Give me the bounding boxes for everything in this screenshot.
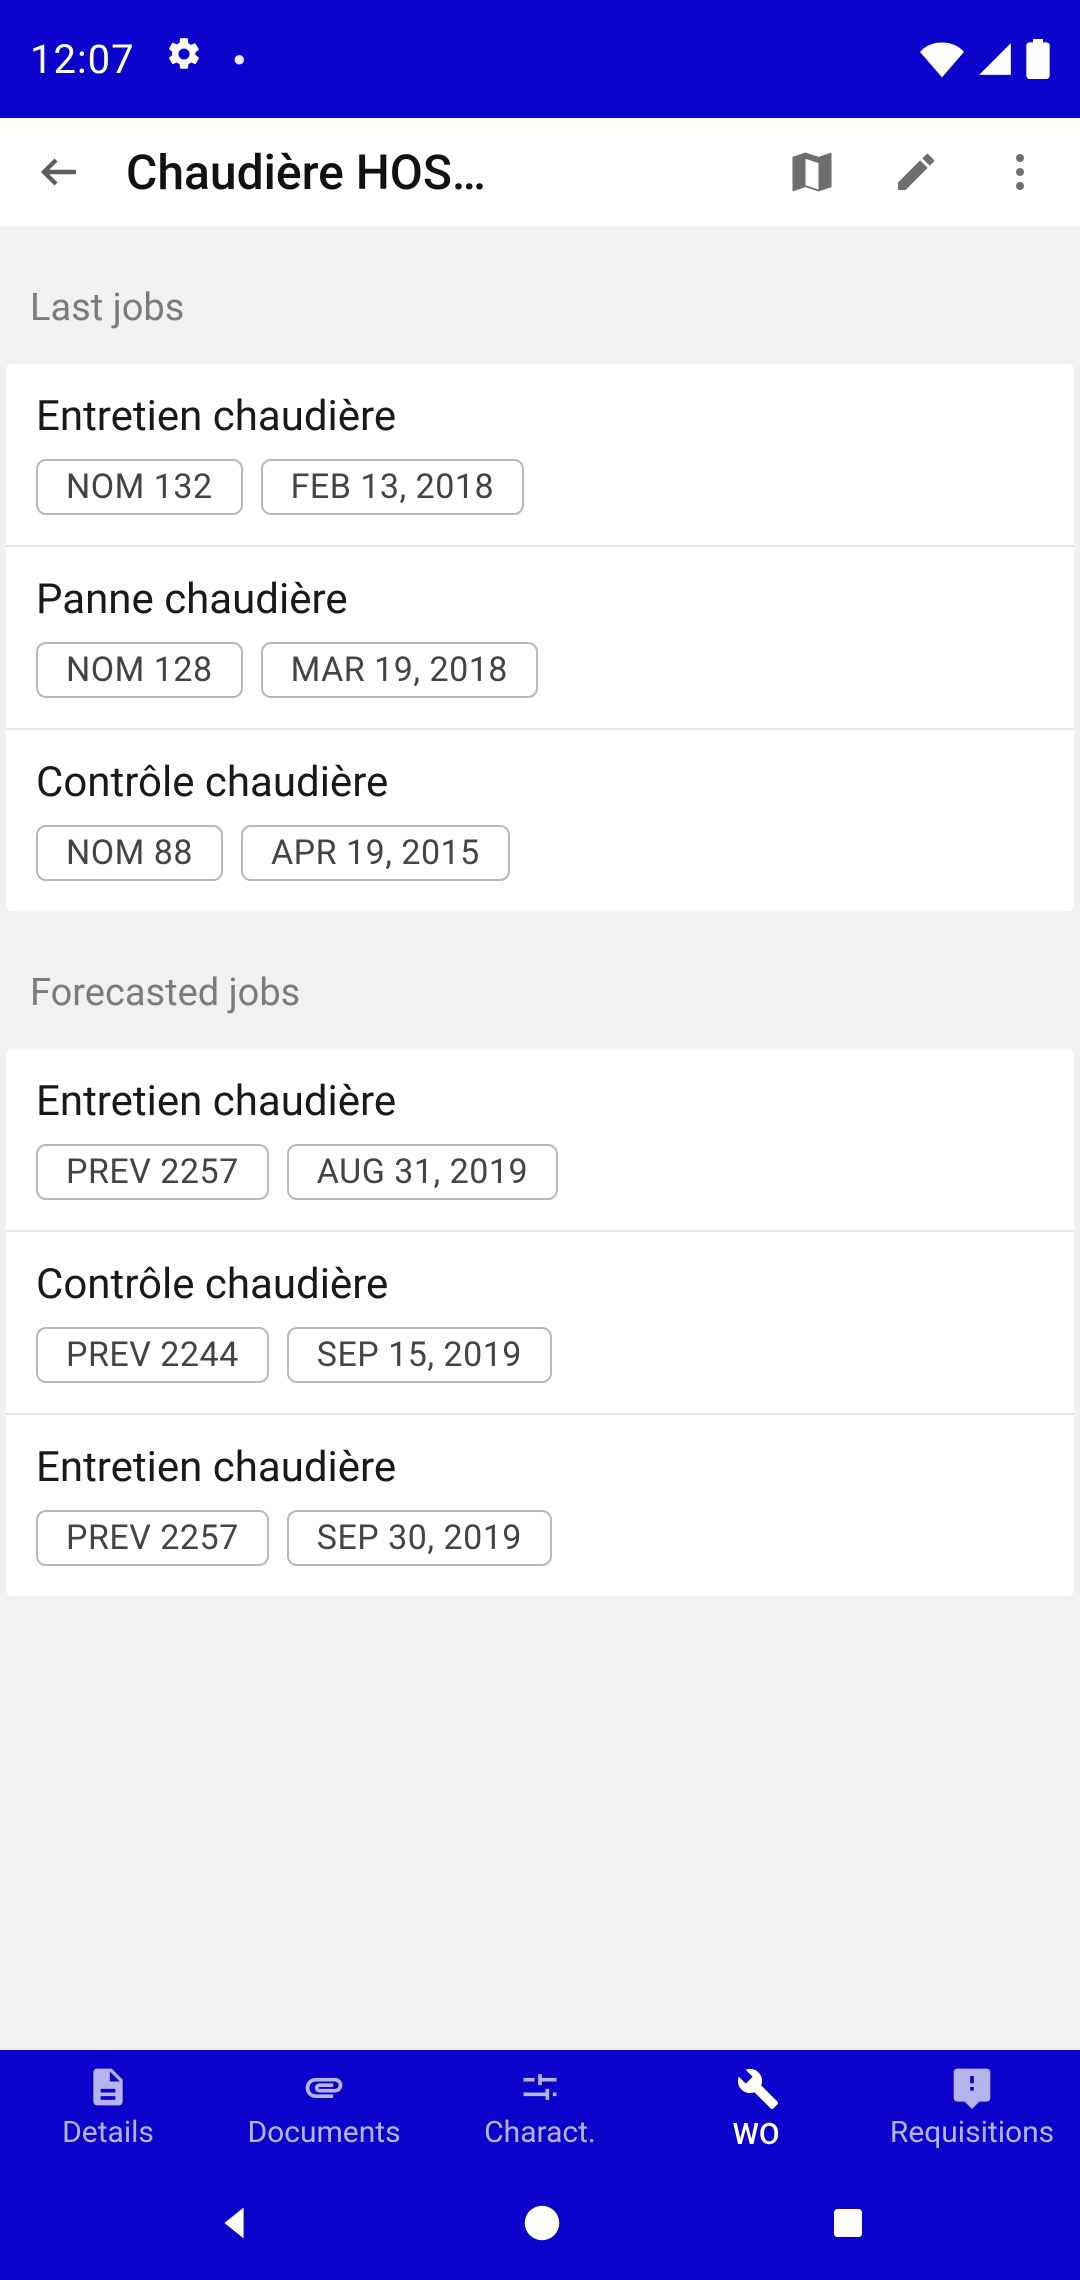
map-button[interactable]	[764, 124, 860, 220]
forecast-jobs-card: Entretien chaudière PREV 2257 AUG 31, 20…	[6, 1049, 1074, 1596]
date-chip: MAR 19, 2018	[261, 642, 538, 698]
edit-button[interactable]	[868, 124, 964, 220]
job-title: Contrôle chaudière	[36, 758, 1044, 807]
sys-home-button[interactable]	[519, 2200, 565, 2246]
tab-label: Requisitions	[890, 2115, 1054, 2150]
battery-icon	[1026, 39, 1050, 79]
tab-requisitions[interactable]: Requisitions	[864, 2050, 1080, 2165]
date-chip: SEP 15, 2019	[287, 1327, 552, 1383]
sys-recent-button[interactable]	[827, 2202, 869, 2244]
gear-icon	[165, 35, 203, 83]
page-title: Chaudière HOS…	[116, 144, 756, 201]
tab-label: WO	[732, 2117, 779, 2152]
back-button[interactable]	[12, 124, 108, 220]
sliders-icon	[518, 2065, 562, 2109]
list-item[interactable]: Entretien chaudière PREV 2257 SEP 30, 20…	[6, 1415, 1074, 1596]
last-jobs-card: Entretien chaudière NOM 132 FEB 13, 2018…	[6, 364, 1074, 911]
more-button[interactable]	[972, 124, 1068, 220]
date-chip: FEB 13, 2018	[261, 459, 525, 515]
job-title: Contrôle chaudière	[36, 1260, 1044, 1309]
tab-wo[interactable]: WO	[648, 2050, 864, 2165]
tab-label: Details	[62, 2115, 154, 2150]
status-bar: 12:07 ●	[0, 0, 1080, 118]
system-nav	[0, 2165, 1080, 2280]
wrench-icon	[732, 2063, 780, 2111]
status-left: 12:07 ●	[30, 35, 246, 83]
content-area: Last jobs Entretien chaudière NOM 132 FE…	[0, 226, 1080, 2050]
list-item[interactable]: Panne chaudière NOM 128 MAR 19, 2018	[6, 547, 1074, 730]
alert-icon	[950, 2065, 994, 2109]
tab-label: Documents	[247, 2115, 400, 2150]
date-chip: AUG 31, 2019	[287, 1144, 558, 1200]
app-bar: Chaudière HOS…	[0, 118, 1080, 226]
date-chip: APR 19, 2015	[241, 825, 510, 881]
list-item[interactable]: Contrôle chaudière NOM 88 APR 19, 2015	[6, 730, 1074, 911]
tab-details[interactable]: Details	[0, 2050, 216, 2165]
status-time: 12:07	[30, 36, 135, 83]
code-chip: PREV 2257	[36, 1510, 269, 1566]
job-title: Entretien chaudière	[36, 392, 1044, 441]
status-right	[920, 37, 1050, 81]
code-chip: PREV 2257	[36, 1144, 269, 1200]
section-header-last: Last jobs	[0, 226, 1080, 364]
dot-icon: ●	[233, 46, 246, 72]
date-chip: SEP 30, 2019	[287, 1510, 552, 1566]
tab-charact[interactable]: Charact.	[432, 2050, 648, 2165]
document-icon	[86, 2065, 130, 2109]
list-item[interactable]: Entretien chaudière PREV 2257 AUG 31, 20…	[6, 1049, 1074, 1232]
attachment-icon	[302, 2065, 346, 2109]
tab-label: Charact.	[484, 2115, 596, 2150]
code-chip: NOM 88	[36, 825, 223, 881]
list-item[interactable]: Entretien chaudière NOM 132 FEB 13, 2018	[6, 364, 1074, 547]
job-title: Panne chaudière	[36, 575, 1044, 624]
signal-icon	[976, 40, 1014, 78]
code-chip: NOM 128	[36, 642, 243, 698]
tab-documents[interactable]: Documents	[216, 2050, 432, 2165]
code-chip: NOM 132	[36, 459, 243, 515]
sys-back-button[interactable]	[211, 2200, 257, 2246]
code-chip: PREV 2244	[36, 1327, 269, 1383]
job-title: Entretien chaudière	[36, 1077, 1044, 1126]
job-title: Entretien chaudière	[36, 1443, 1044, 1492]
section-header-forecast: Forecasted jobs	[0, 911, 1080, 1049]
wifi-icon	[920, 37, 964, 81]
list-item[interactable]: Contrôle chaudière PREV 2244 SEP 15, 201…	[6, 1232, 1074, 1415]
bottom-nav: Details Documents Charact. WO Requisitio…	[0, 2050, 1080, 2165]
